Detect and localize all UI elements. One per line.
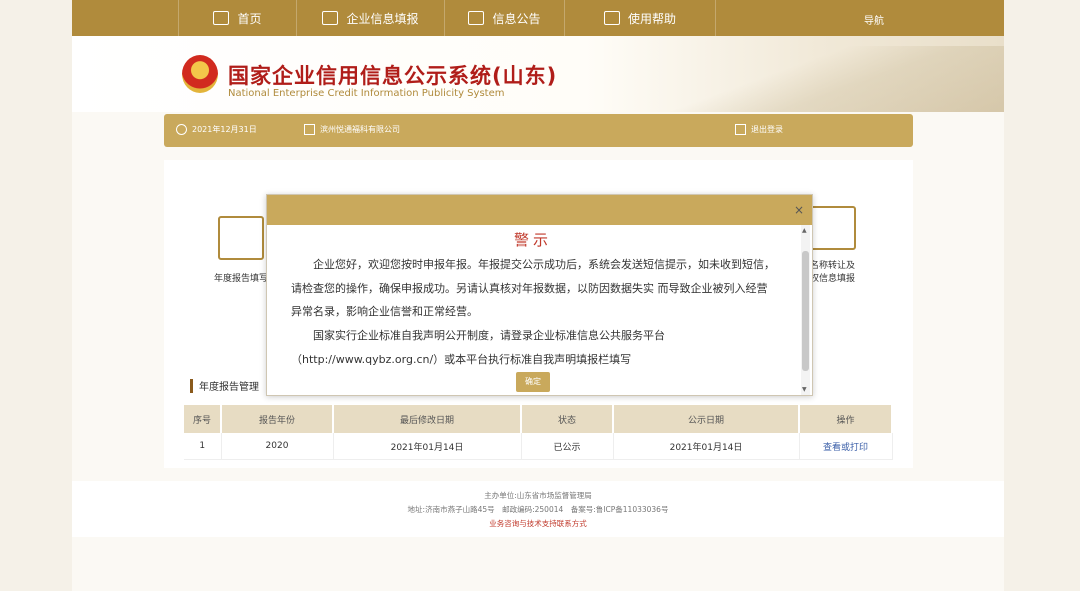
monitor-icon [213,11,230,25]
footer-address: 地址:济南市燕子山路45号 邮政编码:250014 备案号:鲁ICP备11033… [407,505,669,514]
col-header-modified: 最后修改日期 [333,405,522,433]
transfer-info-label-line2: 权信息填报 [810,274,856,284]
col-header-action: 操作 [799,405,893,433]
nav-fill-label: 企业信息填报 [346,11,419,26]
annual-report-icon[interactable] [218,216,264,260]
dialog-title: 警示 [513,231,552,249]
site-subtitle: National Enterprise Credit Information P… [228,88,505,99]
nav-help-label: 使用帮助 [627,11,676,26]
date-text: 2021年12月31日 [192,125,257,134]
dialog-paragraph-1: 企业您好，欢迎您按时申报年报。年报提交公示成功后，系统会发送短信提示，如未收到短… [291,258,775,318]
col-header-index: 序号 [184,405,222,433]
dialog-scrollbar[interactable]: ▲ ▼ [801,225,810,395]
col-header-publish: 公示日期 [613,405,800,433]
document-icon [468,11,485,25]
national-emblem-icon [182,55,218,93]
dialog-paragraph-2: 国家实行企业标准自我声明公开制度，请登录企业标准信息公共服务平台（http://… [291,329,665,366]
report-table: 序号 报告年份 最后修改日期 状态 公示日期 操作 1 2020 2021年01… [184,405,893,460]
cell-publish: 2021年01月14日 [613,433,800,460]
top-nav: 首页 企业信息填报 信息公告 使用帮助 导航 [72,0,1004,36]
nav-home-label: 首页 [237,11,262,26]
col-header-year: 报告年份 [221,405,334,433]
cell-year: 2020 [221,433,334,460]
cell-status: 已公示 [521,433,614,460]
footer-sponsor: 主办单位:山东省市场监督管理局 [484,491,592,500]
nav-enterprise-fill[interactable]: 企业信息填报 [296,0,444,36]
site-header: 国家企业信用信息公示系统(山东) National Enterprise Cre… [72,36,1004,112]
cell-modified: 2021年01月14日 [333,433,522,460]
view-print-link[interactable]: 查看或打印 [799,433,893,460]
section-title-text: 年度报告管理 [199,382,259,393]
company-display: 滨州悦通福科有限公司 [304,124,400,135]
site-footer: 主办单位:山东省市场监督管理局 地址:济南市燕子山路45号 邮政编码:25001… [72,481,1004,537]
pencil-icon [322,11,339,25]
nav-home[interactable]: 首页 [178,0,296,36]
nav-notice[interactable]: 信息公告 [444,0,564,36]
section-marker [190,378,193,393]
close-icon[interactable]: × [794,204,804,216]
transfer-info-icon[interactable] [810,206,856,250]
logout-button[interactable]: 退出登录 [735,124,783,135]
nav-notice-label: 信息公告 [492,11,541,26]
mountain-decoration [624,46,1004,112]
logout-label: 退出登录 [751,125,783,134]
confirm-button[interactable]: 确定 [516,372,550,392]
user-info-bar: 2021年12月31日 滨州悦通福科有限公司 退出登录 [164,114,913,147]
scroll-down-icon[interactable]: ▼ [802,386,807,393]
dialog-body: 警示 企业您好，欢迎您按时申报年报。年报提交公示成功后，系统会发送短信提示，如未… [267,225,799,395]
table-header-row: 序号 报告年份 最后修改日期 状态 公示日期 操作 [184,405,893,433]
clock-icon [176,124,187,135]
nav-guide[interactable]: 导航 [864,12,884,27]
scroll-thumb[interactable] [802,251,809,371]
footer-contact-link[interactable]: 业务咨询与技术支持联系方式 [72,517,1004,531]
warning-dialog: × 警示 企业您好，欢迎您按时申报年报。年报提交公示成功后，系统会发送短信提示，… [266,194,813,396]
annual-report-label[interactable]: 年度报告填写 [214,273,268,286]
table-row: 1 2020 2021年01月14日 已公示 2021年01月14日 查看或打印 [184,433,893,460]
scroll-up-icon[interactable]: ▲ [802,227,807,234]
date-display: 2021年12月31日 [176,124,257,135]
nav-help[interactable]: 使用帮助 [564,0,716,36]
building-icon [304,124,315,135]
dialog-header: × [267,195,812,225]
transfer-info-label-line1: 名称转让及 [810,261,856,271]
cell-index: 1 [184,433,222,460]
col-header-status: 状态 [521,405,614,433]
site-title: 国家企业信用信息公示系统(山东) [228,64,558,88]
logout-icon [735,124,746,135]
transfer-info-label[interactable]: 名称转让及 权信息填报 [810,260,890,286]
company-name: 滨州悦通福科有限公司 [320,125,400,134]
speaker-icon [603,11,620,25]
section-title: 年度报告管理 [190,378,259,393]
